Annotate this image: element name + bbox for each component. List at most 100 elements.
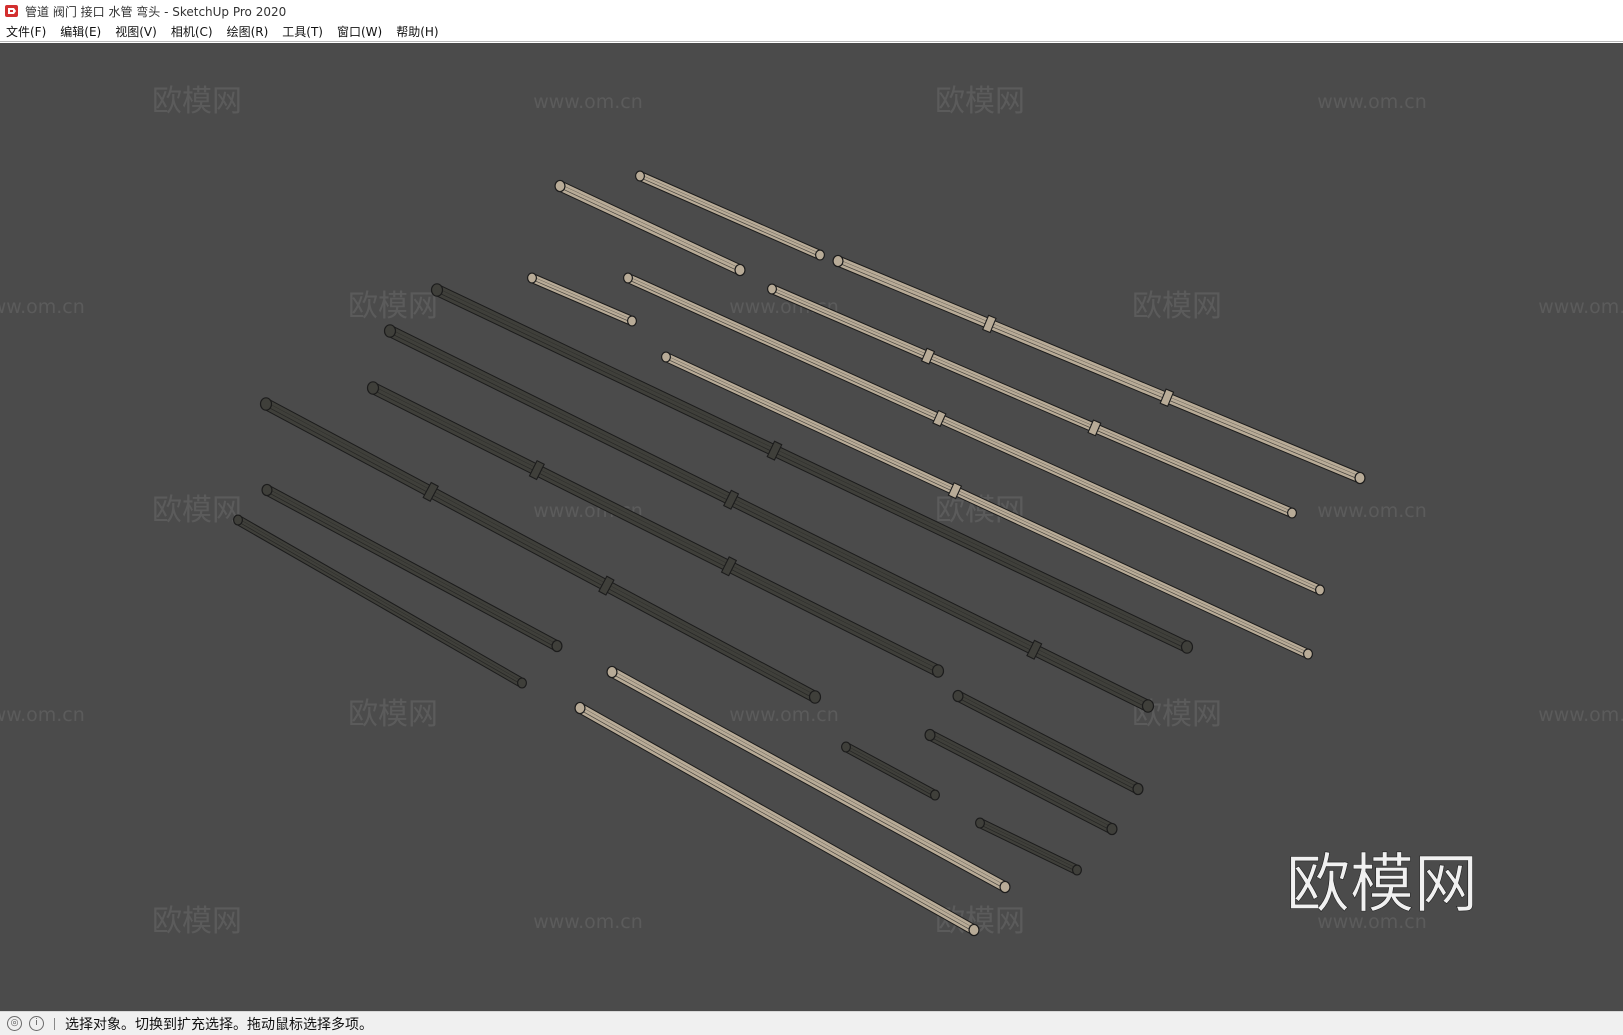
- watermark-url: www.om.cn: [0, 704, 85, 726]
- pipe-edge: [639, 176, 820, 257]
- watermark-url: www.om.cn: [1317, 91, 1427, 113]
- pipe-end-cap: [1302, 648, 1313, 660]
- pipe: [974, 817, 1082, 876]
- pipe-body: [927, 731, 1115, 833]
- geo-location-icon[interactable]: ◎: [7, 1016, 22, 1031]
- pipe-edge: [579, 709, 974, 932]
- pipe-group: [233, 170, 1366, 937]
- pipe-end-cap: [516, 677, 527, 689]
- pipe-edge: [958, 694, 1139, 788]
- pipe-edge: [837, 262, 1360, 480]
- pipe-end-cap: [574, 701, 586, 715]
- pipe-end-cap: [660, 351, 671, 363]
- pipe-end-cap: [808, 690, 822, 704]
- pipe-end-cap: [1106, 822, 1118, 836]
- pipe-end-cap: [233, 514, 244, 526]
- model-viewport[interactable]: 欧模网 欧模网 欧模网 欧模网 欧模网 欧模网 欧模网 欧模网 欧模网 欧模网 www.om.cn w…: [0, 43, 1623, 1011]
- pipe: [634, 170, 825, 261]
- pipe-edge: [665, 357, 1308, 656]
- pipe-end-cap: [1314, 584, 1325, 596]
- pipe-end-cap: [1354, 471, 1366, 485]
- menu-edit[interactable]: 编辑(E): [53, 22, 108, 42]
- menu-view[interactable]: 视图(V): [108, 22, 164, 42]
- pipe-end-cap: [259, 397, 273, 411]
- pipe-body: [664, 353, 1310, 658]
- pipe-edge: [266, 402, 816, 696]
- watermark-url: www.om.cn: [1538, 296, 1623, 318]
- pipe-body: [530, 274, 634, 325]
- watermark-logo: 欧模网: [1286, 848, 1478, 922]
- watermark-brand: 欧模网: [152, 84, 242, 119]
- pipe: [554, 179, 746, 277]
- pipe-body: [434, 285, 1190, 652]
- pipe-edge: [373, 386, 939, 670]
- pipe-end-cap: [929, 789, 940, 801]
- pipe-end-cap: [832, 254, 844, 268]
- pipe-edge: [838, 259, 1361, 477]
- pipe-end-cap: [1141, 699, 1155, 713]
- pipe-end-cap: [1132, 782, 1144, 796]
- pipe-body: [558, 181, 742, 275]
- menu-camera[interactable]: 相机(C): [164, 22, 220, 42]
- pipe-end-cap: [1180, 640, 1194, 654]
- info-icon[interactable]: i: [29, 1016, 44, 1031]
- pipe-end-cap: [261, 483, 273, 497]
- watermark-url: www.om.cn: [533, 91, 643, 113]
- pipe-edge: [531, 279, 632, 323]
- menu-window[interactable]: 窗口(W): [330, 22, 389, 42]
- pipe-body: [638, 172, 822, 259]
- menu-file[interactable]: 文件(F): [0, 22, 53, 42]
- pipe-end-cap: [734, 263, 746, 277]
- menu-tools[interactable]: 工具(T): [275, 22, 330, 42]
- pipe-edge: [580, 706, 975, 929]
- pipe: [366, 381, 945, 678]
- pipe-edge: [372, 389, 938, 673]
- pipe: [259, 397, 822, 704]
- pipe-edge: [846, 745, 936, 794]
- pipe-end-cap: [814, 249, 825, 261]
- watermark-brand: 欧模网: [935, 84, 1025, 119]
- status-bar: ◎ i 选择对象。切换到扩充选择。拖动鼠标选择多项。: [0, 1011, 1623, 1035]
- pipe-end-cap: [974, 817, 985, 829]
- watermark-url: www.om.cn: [0, 296, 85, 318]
- pipe-end-cap: [634, 170, 645, 182]
- pipe: [660, 351, 1313, 660]
- pipe-edge: [845, 747, 935, 797]
- pipe-edge: [666, 355, 1309, 653]
- pipe-end-cap: [526, 272, 537, 284]
- pipe: [574, 701, 980, 937]
- pipe-edge: [437, 288, 1188, 646]
- watermark-url: www.om.cn: [1317, 500, 1427, 522]
- pipe-end-cap: [1286, 507, 1297, 519]
- watermark-url: www.om.cn: [533, 911, 643, 933]
- menu-bar: 文件(F) 编辑(E) 视图(V) 相机(C) 绘图(R) 工具(T) 窗口(W…: [0, 22, 1623, 42]
- watermark-brand: 欧模网: [348, 289, 438, 324]
- pipe: [924, 728, 1118, 836]
- pipe-edge: [957, 697, 1138, 791]
- pipe-end-cap: [551, 639, 563, 653]
- pipe-body: [263, 399, 818, 702]
- watermark-brand: 欧模网: [348, 697, 438, 732]
- watermark-brand: 欧模网: [1132, 289, 1222, 324]
- pipe-edge: [559, 187, 740, 272]
- pipe-edge: [930, 733, 1113, 828]
- menu-help[interactable]: 帮助(H): [389, 22, 445, 42]
- pipe-edge: [929, 736, 1112, 831]
- watermark-layer: 欧模网 欧模网欧模网 欧模网欧模网 欧模网欧模网 欧模网欧模网 欧模网www.om.cn w…: [0, 84, 1623, 939]
- pipe: [832, 254, 1366, 485]
- pipe-body: [577, 704, 977, 934]
- watermark-brand: 欧模网: [152, 904, 242, 939]
- menu-draw[interactable]: 绘图(R): [220, 22, 276, 42]
- pipe-end-cap: [626, 315, 637, 327]
- sketchup-logo-icon: [5, 5, 18, 17]
- pipe-end-cap: [366, 381, 380, 395]
- pipe: [261, 483, 563, 653]
- pipe-end-cap: [430, 283, 444, 297]
- pipe: [606, 665, 1011, 894]
- status-message: 选择对象。切换到扩充选择。拖动鼠标选择多项。: [65, 1016, 373, 1033]
- pipe-end-cap: [383, 324, 397, 338]
- title-bar: 管道 阀门 接口 水管 弯头 - SketchUp Pro 2020: [0, 0, 1623, 22]
- watermark-brand: 欧模网: [152, 493, 242, 528]
- pipe-edge: [979, 823, 1077, 872]
- scene-canvas[interactable]: 欧模网 欧模网欧模网 欧模网欧模网 欧模网欧模网 欧模网欧模网 欧模网www.om.cn w…: [0, 43, 1623, 1011]
